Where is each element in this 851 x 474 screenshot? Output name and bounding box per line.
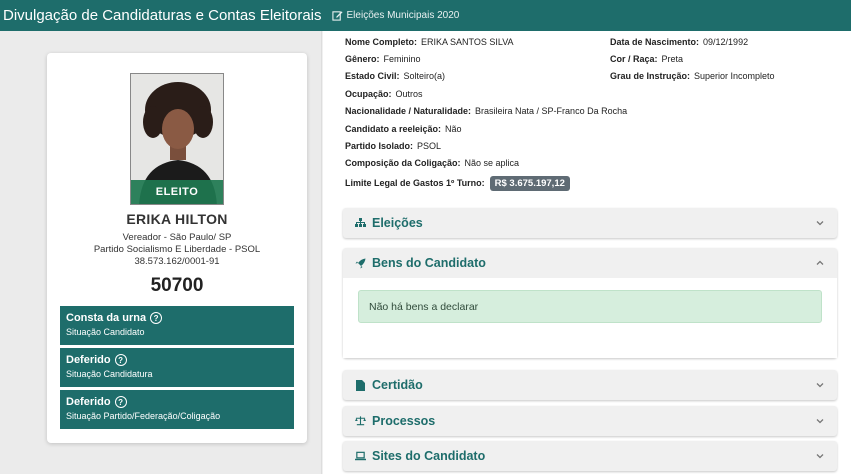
chevron-down-icon xyxy=(816,454,824,459)
field-grau-instrucao: Grau de Instrução: Superior Incompleto xyxy=(610,71,775,81)
section-sites-label: Sites do Candidato xyxy=(372,449,486,463)
field-nome-completo: Nome Completo: ERIKA SANTOS SILVA xyxy=(345,37,514,47)
section-sites: Sites do Candidato xyxy=(343,441,837,471)
field-partido-isolado: Partido Isolado: PSOL xyxy=(345,141,442,151)
laptop-icon xyxy=(355,451,366,462)
section-certidao-label: Certidão xyxy=(372,378,423,392)
field-limite-gastos: Limite Legal de Gastos 1º Turno: R$ 3.675… xyxy=(345,176,570,191)
section-bens-header[interactable]: Bens do Candidato xyxy=(343,248,837,278)
section-certidao-header[interactable]: Certidão xyxy=(343,370,837,400)
field-genero: Gênero: Feminino xyxy=(345,54,421,64)
field-data-nascimento: Data de Nascimento: 09/12/1992 xyxy=(610,37,749,47)
top-bar: Divulgação de Candidaturas e Contas Elei… xyxy=(0,0,851,31)
no-assets-alert: Não há bens a declarar xyxy=(358,290,822,323)
section-processos: Processos xyxy=(343,406,837,436)
rocket-icon xyxy=(355,258,366,269)
section-sites-header[interactable]: Sites do Candidato xyxy=(343,441,837,471)
status-subtitle: Situação Candidatura xyxy=(66,369,153,379)
chevron-down-icon xyxy=(816,221,824,226)
balance-scale-icon xyxy=(355,416,366,427)
elected-badge: ELEITO xyxy=(131,180,223,204)
candidate-name: ERIKA HILTON xyxy=(126,211,228,227)
status-partido: Deferido? Situação Partido/Federação/Col… xyxy=(60,390,294,429)
section-processos-label: Processos xyxy=(372,414,436,428)
section-eleicoes-label: Eleições xyxy=(372,216,423,230)
status-title: Consta da urna xyxy=(66,312,147,324)
candidate-office: Vereador - São Paulo/ SP xyxy=(122,232,232,243)
sitemap-icon xyxy=(355,218,366,229)
candidate-photo: ELEITO xyxy=(130,73,224,205)
candidate-card: ELEITO ERIKA HILTON Vereador - São Paulo… xyxy=(47,53,307,443)
section-processos-header[interactable]: Processos xyxy=(343,406,837,436)
candidate-number: 50700 xyxy=(150,275,204,296)
candidate-party: Partido Socialismo E Liberdade - PSOL xyxy=(93,244,261,255)
section-bens-body: Não há bens a declarar xyxy=(343,278,837,358)
edit-icon xyxy=(331,11,343,21)
section-certidao: Certidão xyxy=(343,370,837,400)
field-ocupacao: Ocupação: Outros xyxy=(345,89,423,99)
status-subtitle: Situação Candidato xyxy=(66,327,145,337)
help-icon[interactable]: ? xyxy=(150,312,163,324)
candidate-cnpj: 38.573.162/0001-91 xyxy=(134,256,220,267)
status-title: Deferido xyxy=(66,396,111,408)
status-title: Deferido xyxy=(66,354,111,366)
limite-gastos-badge: R$ 3.675.197,12 xyxy=(489,176,570,191)
help-icon[interactable]: ? xyxy=(114,354,127,366)
field-reeleicao: Candidato a reeleição: Não xyxy=(345,124,462,134)
field-nacionalidade: Nacionalidade / Naturalidade: Brasileira … xyxy=(345,106,628,116)
status-candidatura: Deferido? Situação Candidatura xyxy=(60,348,294,387)
section-eleicoes: Eleições xyxy=(343,208,837,238)
chevron-down-icon xyxy=(816,419,824,424)
help-icon[interactable]: ? xyxy=(114,396,127,408)
field-estado-civil: Estado Civil: Solteiro(a) xyxy=(345,71,446,81)
chevron-down-icon xyxy=(816,383,824,388)
section-bens-label: Bens do Candidato xyxy=(372,256,486,270)
section-bens: Bens do Candidato Não há bens a declarar xyxy=(343,248,837,358)
app-title: Divulgação de Candidaturas e Contas Elei… xyxy=(3,7,322,24)
status-subtitle: Situação Partido/Federação/Coligação xyxy=(66,411,221,421)
field-composicao: Composição da Coligação: Não se aplica xyxy=(345,158,520,168)
status-candidato: Consta da urna? Situação Candidato xyxy=(60,306,294,345)
election-label: Eleições Municipais 2020 xyxy=(346,10,460,21)
election-link[interactable]: Eleições Municipais 2020 xyxy=(331,10,460,21)
field-cor-raca: Cor / Raça: Preta xyxy=(610,54,684,64)
chevron-up-icon xyxy=(816,260,824,265)
section-eleicoes-header[interactable]: Eleições xyxy=(343,208,837,238)
file-icon xyxy=(355,379,366,391)
